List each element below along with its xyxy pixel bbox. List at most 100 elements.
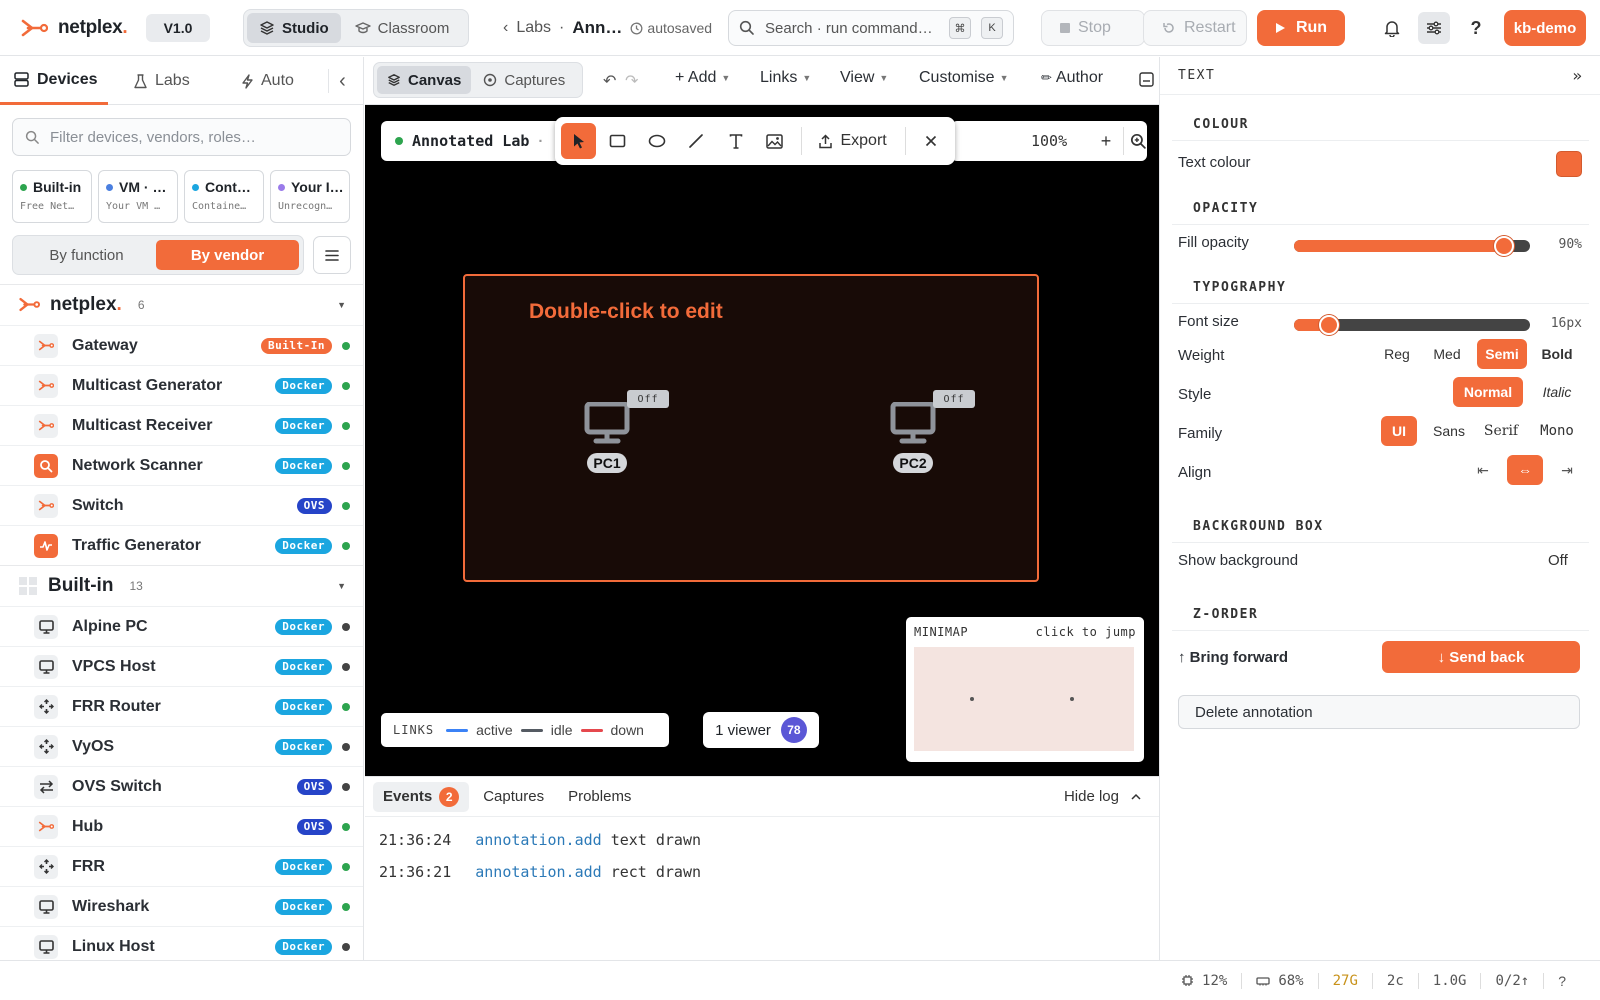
source-filter-chip[interactable]: Built-in Free Net… <box>12 170 92 223</box>
source-filter-chip[interactable]: VM · … Your VM … <box>98 170 178 223</box>
weight-regular[interactable]: Reg <box>1374 339 1420 369</box>
line-tool-icon[interactable] <box>679 123 714 159</box>
text-colour-swatch[interactable] <box>1556 151 1582 177</box>
vendor-section-header[interactable]: netplex. 6 ▼ <box>0 284 363 324</box>
device-list-item[interactable]: VPCS Host Docker <box>0 646 363 686</box>
viewer-count[interactable]: 1 viewer 78 <box>703 712 819 748</box>
add-menu[interactable]: + Add ▼ <box>675 69 730 87</box>
family-sans[interactable]: Sans <box>1426 416 1472 446</box>
collapse-sidebar-icon[interactable]: ‹ <box>328 69 356 93</box>
device-list-item[interactable]: Multicast Generator Docker <box>0 365 363 405</box>
delete-annotation-button[interactable]: Delete annotation <box>1178 695 1580 729</box>
tab-devices[interactable]: Devices <box>0 57 108 105</box>
select-tool-icon[interactable] <box>561 123 597 159</box>
tab-events[interactable]: Events 2 <box>373 781 470 812</box>
device-list-item[interactable]: Alpine PC Docker <box>0 606 363 646</box>
image-tool-icon[interactable] <box>757 123 792 159</box>
device-list-item[interactable]: Gateway Built-In <box>0 325 363 365</box>
align-center-icon[interactable]: ⇔ <box>1507 455 1543 485</box>
tab-canvas[interactable]: Canvas <box>377 66 472 94</box>
sliders-icon[interactable] <box>1418 12 1450 44</box>
list-view-icon[interactable] <box>313 236 351 274</box>
style-normal[interactable]: Normal <box>1453 377 1523 407</box>
author-button[interactable]: ✏ Author <box>1041 69 1103 87</box>
device-list-item[interactable]: FRR Docker <box>0 846 363 886</box>
undo-icon[interactable]: ↶ <box>603 71 616 91</box>
collapse-panel-icon[interactable]: » <box>1572 66 1582 85</box>
run-button[interactable]: Run <box>1257 10 1345 46</box>
device-list-item[interactable]: Hub OVS <box>0 806 363 846</box>
panel-toggle-icon[interactable] <box>1139 72 1154 87</box>
source-filter-chip[interactable]: Your I… Unrecogn… <box>270 170 350 223</box>
group-by-function[interactable]: By function <box>17 240 156 270</box>
device-list-item[interactable]: Network Scanner Docker <box>0 445 363 485</box>
command-search[interactable]: Search · run command… ⌘ K <box>728 10 1014 46</box>
tab-problems[interactable]: Problems <box>558 782 641 812</box>
node-pc2[interactable]: PC2 <box>883 402 943 473</box>
tab-captures[interactable]: Captures <box>473 66 575 94</box>
zoom-in-icon[interactable]: + <box>1095 131 1117 152</box>
align-right-icon[interactable]: ⇥ <box>1550 455 1584 485</box>
weight-semibold[interactable]: Semi <box>1477 339 1527 369</box>
redo-icon[interactable]: ↷ <box>625 71 638 91</box>
fill-opacity-slider[interactable] <box>1294 236 1530 256</box>
source-filter-chip[interactable]: Cont… Containe… <box>184 170 264 223</box>
device-list-item[interactable]: OVS Switch OVS <box>0 766 363 806</box>
minimap-viewport[interactable] <box>914 647 1134 751</box>
tab-studio[interactable]: Studio <box>247 13 341 43</box>
stop-button[interactable]: Stop <box>1041 10 1145 46</box>
brand[interactable]: netplex. <box>20 14 128 42</box>
view-menu[interactable]: View ▼ <box>840 69 888 87</box>
font-size-slider[interactable] <box>1294 315 1530 335</box>
device-list-item[interactable]: Linux Host Docker <box>0 926 363 960</box>
user-menu-button[interactable]: kb-demo <box>1504 10 1586 46</box>
style-italic[interactable]: Italic <box>1532 377 1582 407</box>
slider-handle[interactable] <box>1494 236 1515 256</box>
hide-log-button[interactable]: Hide log <box>1054 782 1151 812</box>
help-icon[interactable]: ? <box>1460 12 1492 44</box>
rectangle-tool-icon[interactable] <box>600 123 635 159</box>
show-background-toggle[interactable]: Off <box>1548 552 1568 569</box>
breadcrumb-current[interactable]: Ann… <box>572 18 622 38</box>
family-ui[interactable]: UI <box>1381 416 1417 446</box>
restart-button[interactable]: Restart <box>1143 10 1247 46</box>
close-icon[interactable] <box>914 123 949 159</box>
slider-handle[interactable] <box>1319 315 1340 335</box>
chevron-up-icon <box>1131 793 1141 800</box>
align-left-icon[interactable]: ⇤ <box>1466 455 1500 485</box>
send-back-button[interactable]: ↓ Send back <box>1382 641 1580 673</box>
zoom-fit-icon[interactable] <box>1130 133 1147 150</box>
device-list-item[interactable]: Switch OVS <box>0 485 363 525</box>
bring-forward-button[interactable]: ↑ Bring forward <box>1178 649 1288 666</box>
customise-menu[interactable]: Customise ▼ <box>919 69 1009 87</box>
lab-canvas[interactable]: Annotated Lab · 100% + Export Double-cli… <box>365 105 1159 776</box>
device-list-item[interactable]: Traffic Generator Docker <box>0 525 363 565</box>
annotation-text[interactable]: Double-click to edit <box>529 300 723 324</box>
tab-auto[interactable]: Auto <box>242 57 322 105</box>
tab-classroom[interactable]: Classroom <box>343 13 462 43</box>
ellipse-tool-icon[interactable] <box>640 123 675 159</box>
device-list-item[interactable]: Multicast Receiver Docker <box>0 405 363 445</box>
breadcrumb-labs[interactable]: Labs <box>516 19 551 37</box>
bell-icon[interactable] <box>1376 12 1408 44</box>
weight-bold[interactable]: Bold <box>1532 339 1582 369</box>
text-tool-icon[interactable] <box>718 123 753 159</box>
annotation-rectangle[interactable]: Double-click to edit PC1 Off PC2 Off <box>463 274 1039 582</box>
device-list-item[interactable]: VyOS Docker <box>0 726 363 766</box>
export-button[interactable]: Export <box>809 123 896 159</box>
weight-medium[interactable]: Med <box>1424 339 1470 369</box>
tab-log-captures[interactable]: Captures <box>473 782 554 812</box>
vendor-section-header[interactable]: Built-in 13 ▼ <box>0 565 363 605</box>
device-list-item[interactable]: FRR Router Docker <box>0 686 363 726</box>
links-menu[interactable]: Links ▼ <box>760 69 811 87</box>
help-icon[interactable]: ? <box>1544 973 1580 989</box>
tab-labs[interactable]: Labs <box>134 57 214 105</box>
chevron-left-icon[interactable]: ‹ <box>503 19 508 37</box>
family-serif[interactable]: Serif <box>1478 416 1524 446</box>
family-mono[interactable]: Mono <box>1532 416 1582 446</box>
minimap[interactable]: MINIMAP click to jump <box>906 617 1144 762</box>
device-filter-input[interactable]: Filter devices, vendors, roles… <box>12 118 351 156</box>
device-list-item[interactable]: Wireshark Docker <box>0 886 363 926</box>
node-pc1[interactable]: PC1 <box>577 402 637 473</box>
group-by-vendor[interactable]: By vendor <box>156 240 299 270</box>
